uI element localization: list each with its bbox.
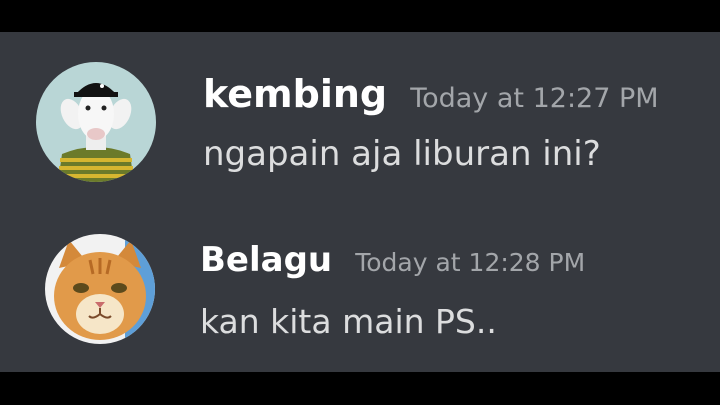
- message-text: kan kita main PS..: [200, 302, 497, 341]
- message-header: Belagu Today at 12:28 PM: [200, 240, 585, 280]
- message-header: kembing Today at 12:27 PM: [203, 72, 659, 116]
- timestamp: Today at 12:28 PM: [355, 248, 586, 277]
- goat-avatar-icon[interactable]: [36, 62, 156, 182]
- username[interactable]: Belagu: [200, 240, 332, 280]
- timestamp: Today at 12:27 PM: [410, 83, 659, 114]
- message-text: ngapain aja liburan ini?: [203, 134, 601, 174]
- username[interactable]: kembing: [203, 72, 387, 116]
- chat-panel: kembing Today at 12:27 PM ngapain aja li…: [0, 32, 720, 372]
- cat-avatar-icon[interactable]: [45, 234, 155, 344]
